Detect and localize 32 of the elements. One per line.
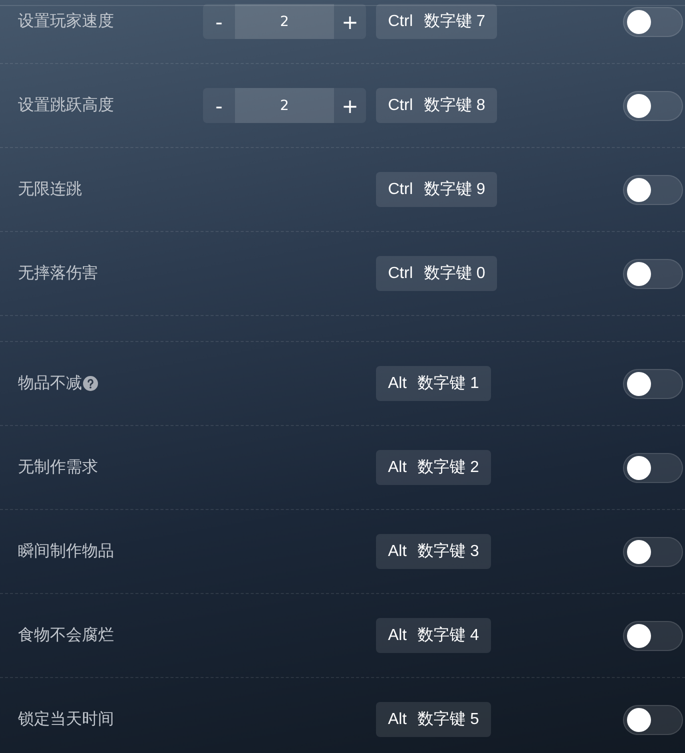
option-label: 瞬间制作物品	[18, 541, 114, 562]
hotkey-button[interactable]: Ctrl 数字键 8	[376, 88, 498, 123]
decrement-button[interactable]: -	[203, 4, 235, 39]
toggle-switch[interactable]	[623, 6, 683, 36]
option-label: 锁定当天时间	[18, 709, 114, 730]
toggle-switch[interactable]	[623, 536, 683, 566]
hotkey-button[interactable]: Ctrl 数字键 0	[376, 256, 498, 291]
increment-button[interactable]: +	[334, 4, 366, 39]
option-label: 食物不会腐烂	[18, 625, 114, 646]
hotkey-button[interactable]: Alt 数字键 2	[376, 450, 492, 485]
decrement-button[interactable]: -	[203, 88, 235, 123]
option-label: 无制作需求	[18, 457, 98, 478]
toggle-switch[interactable]	[623, 258, 683, 288]
toggle-switch[interactable]	[623, 452, 683, 482]
hotkey-button[interactable]: Ctrl 数字键 9	[376, 172, 498, 207]
toggle-switch[interactable]	[623, 90, 683, 120]
hotkey-button[interactable]: Alt 数字键 5	[376, 702, 492, 737]
hotkey-button[interactable]: Ctrl 数字键 7	[376, 4, 498, 39]
toggle-switch[interactable]	[623, 174, 683, 204]
toggle-switch[interactable]	[623, 368, 683, 398]
hotkey-button[interactable]: Alt 数字键 3	[376, 534, 492, 569]
help-icon[interactable]	[83, 376, 98, 391]
increment-button[interactable]: +	[334, 88, 366, 123]
option-label: 无限连跳	[18, 179, 82, 200]
toggle-switch[interactable]	[623, 620, 683, 650]
hotkey-button[interactable]: Alt 数字键 4	[376, 618, 492, 653]
hotkey-button[interactable]: Alt 数字键 1	[376, 366, 492, 401]
toggle-switch[interactable]	[623, 704, 683, 734]
option-label: 设置玩家速度	[18, 11, 114, 32]
option-label: 无摔落伤害	[18, 263, 98, 284]
option-label: 物品不减	[18, 373, 82, 394]
option-label: 设置跳跃高度	[18, 95, 114, 116]
